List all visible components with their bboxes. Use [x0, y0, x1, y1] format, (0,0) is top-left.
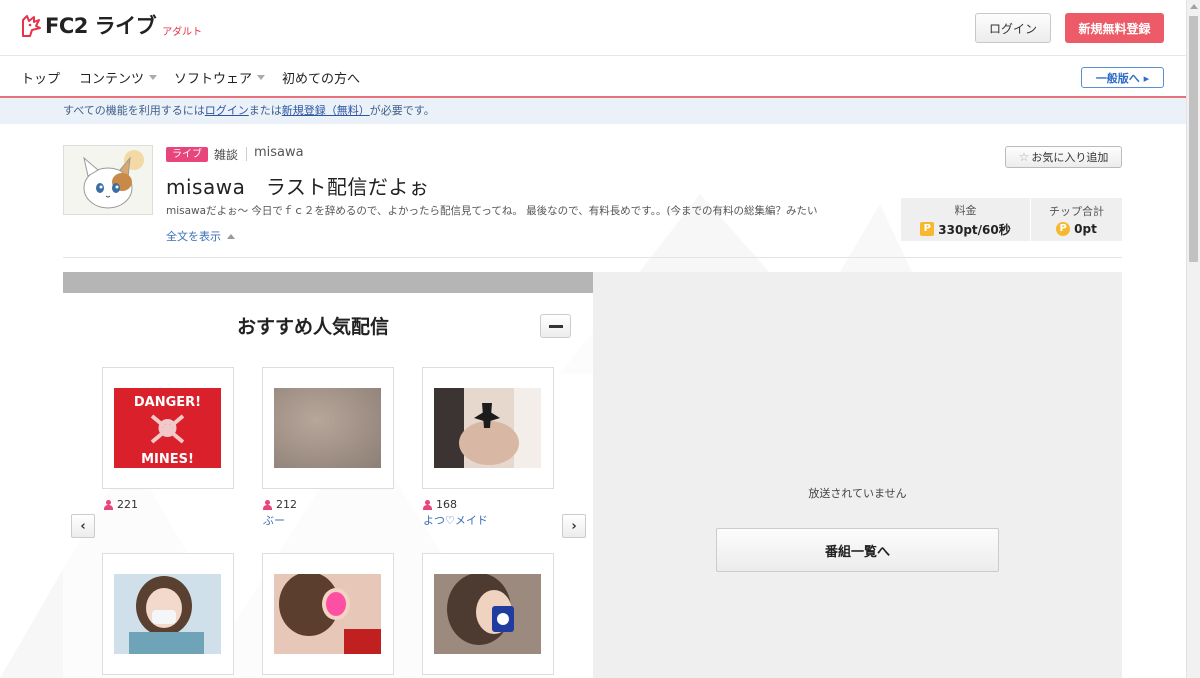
sticker-face-image: [434, 574, 541, 654]
login-button[interactable]: ログイン: [975, 13, 1051, 43]
general-version-button[interactable]: 一般版へ ▸: [1081, 67, 1164, 88]
site-header: FC2 ライブ アダルト ログイン 新規無料登録: [0, 0, 1186, 56]
stream-description: misawaだよぉ～ 今日でｆｃ２を辞めるので、よかったら配信見てってね。 最後…: [166, 205, 818, 217]
carousel-prev-button[interactable]: ‹: [71, 514, 95, 538]
nav-item-beginners[interactable]: 初めての方へ: [282, 68, 360, 87]
stream-thumbnail: [114, 574, 221, 654]
streamer-username[interactable]: misawa: [254, 145, 304, 160]
cat-avatar-icon: [64, 146, 152, 214]
stream-card[interactable]: [262, 367, 394, 489]
notice-middle: または: [248, 104, 282, 117]
stream-card[interactable]: [422, 553, 554, 675]
show-full-text-link[interactable]: 全文を表示: [166, 228, 235, 244]
add-favorite-label: お気に入り追加: [1031, 151, 1109, 164]
player-area: [593, 272, 1122, 678]
nav-item-software[interactable]: ソフトウェア: [174, 68, 266, 87]
stream-title: misawa ラスト配信だよぉ: [166, 175, 430, 199]
nav-item-label: コンテンツ: [79, 72, 145, 87]
stream-card[interactable]: [262, 553, 394, 675]
scrollbar[interactable]: [1186, 0, 1200, 678]
profile-divider: [63, 257, 1122, 258]
category-label: 雑談: [214, 148, 239, 162]
person-icon: [423, 499, 432, 510]
divider: [246, 147, 247, 161]
notice-login-link[interactable]: ログイン: [205, 104, 249, 117]
danger-top-text: DANGER!: [134, 395, 201, 410]
price-value: P 330pt/60秒: [920, 221, 1011, 238]
stream-card[interactable]: [422, 367, 554, 489]
chevron-down-icon: [149, 75, 158, 80]
viewer-count-text: 168: [436, 498, 457, 511]
streamer-avatar[interactable]: [63, 145, 153, 215]
point-coin-icon: P: [1056, 222, 1071, 236]
viewer-count: 212: [263, 498, 297, 511]
tip-box: チップ合計 P 0pt: [1031, 198, 1122, 241]
stream-thumbnail: DANGER! MINES!: [114, 388, 221, 468]
person-icon: [263, 499, 272, 510]
stream-thumbnail: [434, 388, 541, 468]
logo-text: FC2 ライブ: [45, 14, 157, 38]
viewer-count-text: 221: [117, 498, 138, 511]
stream-card[interactable]: [102, 553, 234, 675]
maid-thumbnail-image: [434, 388, 541, 468]
stream-card[interactable]: DANGER! MINES!: [102, 367, 234, 489]
offline-message: 放送されていません: [808, 487, 907, 500]
notice-register-link[interactable]: 新規登録（無料）: [282, 104, 370, 117]
masked-girl-image: [114, 574, 221, 654]
chevron-up-icon: [227, 233, 235, 239]
tip-value: P 0pt: [1056, 222, 1097, 236]
scroll-up-arrow-icon[interactable]: [1190, 4, 1198, 9]
price-value-text: 330pt/60秒: [938, 222, 1011, 237]
stream-thumbnail: [274, 574, 381, 654]
live-badge: ライブ: [166, 147, 208, 162]
price-box: 料金 P 330pt/60秒: [901, 198, 1030, 241]
site-logo[interactable]: FC2 ライブ アダルト: [20, 14, 202, 38]
carousel-next-button[interactable]: ›: [562, 514, 586, 538]
tip-label: チップ合計: [1049, 205, 1104, 218]
collapse-button[interactable]: [540, 314, 571, 338]
point-icon: P: [920, 222, 935, 236]
nav-item-top[interactable]: トップ: [21, 68, 60, 87]
logo-adult-label: アダルト: [162, 27, 203, 38]
streamer-name-link[interactable]: よつ♡メイド: [423, 512, 488, 528]
main-nav: トップ コンテンツ ソフトウェア 初めての方へ 一般版へ ▸: [0, 56, 1186, 98]
stream-thumbnail: [274, 388, 381, 468]
chevron-down-icon: [257, 75, 266, 80]
nav-item-contents[interactable]: コンテンツ: [79, 68, 158, 87]
notice-suffix: が必要です。: [369, 104, 435, 117]
recommend-topbar: [63, 272, 593, 293]
recommend-title: おすすめ人気配信: [236, 316, 389, 338]
blurred-portrait-image: [274, 574, 381, 654]
nav-item-label: ソフトウェア: [174, 72, 253, 87]
viewer-count: 168: [423, 498, 457, 511]
nav-item-label: トップ: [21, 72, 61, 87]
program-list-button[interactable]: 番組一覧へ: [716, 528, 999, 572]
add-favorite-button[interactable]: ☆ お気に入り追加: [1005, 146, 1122, 168]
danger-mines-image: DANGER! MINES!: [114, 388, 221, 468]
stream-thumbnail: [434, 574, 541, 654]
viewer-count-text: 212: [276, 498, 297, 511]
price-label: 料金: [954, 203, 977, 217]
register-button[interactable]: 新規無料登録: [1065, 13, 1164, 43]
danger-bottom-text: MINES!: [141, 452, 194, 467]
fc2-logo-icon: [22, 15, 41, 37]
viewer-count: 221: [104, 498, 138, 511]
nav-item-label: 初めての方へ: [282, 72, 361, 87]
tip-value-text: 0pt: [1074, 222, 1097, 236]
streamer-name-link[interactable]: ぶー: [263, 512, 285, 528]
scroll-thumb[interactable]: [1189, 16, 1198, 262]
login-notice: すべての機能を利用するにはログインまたは新規登録（無料）が必要です。: [0, 98, 1186, 124]
notice-prefix: すべての機能を利用するには: [63, 104, 205, 117]
person-icon: [104, 499, 113, 510]
show-full-text-label: 全文を表示: [166, 230, 221, 243]
star-icon: ☆: [1018, 150, 1030, 164]
